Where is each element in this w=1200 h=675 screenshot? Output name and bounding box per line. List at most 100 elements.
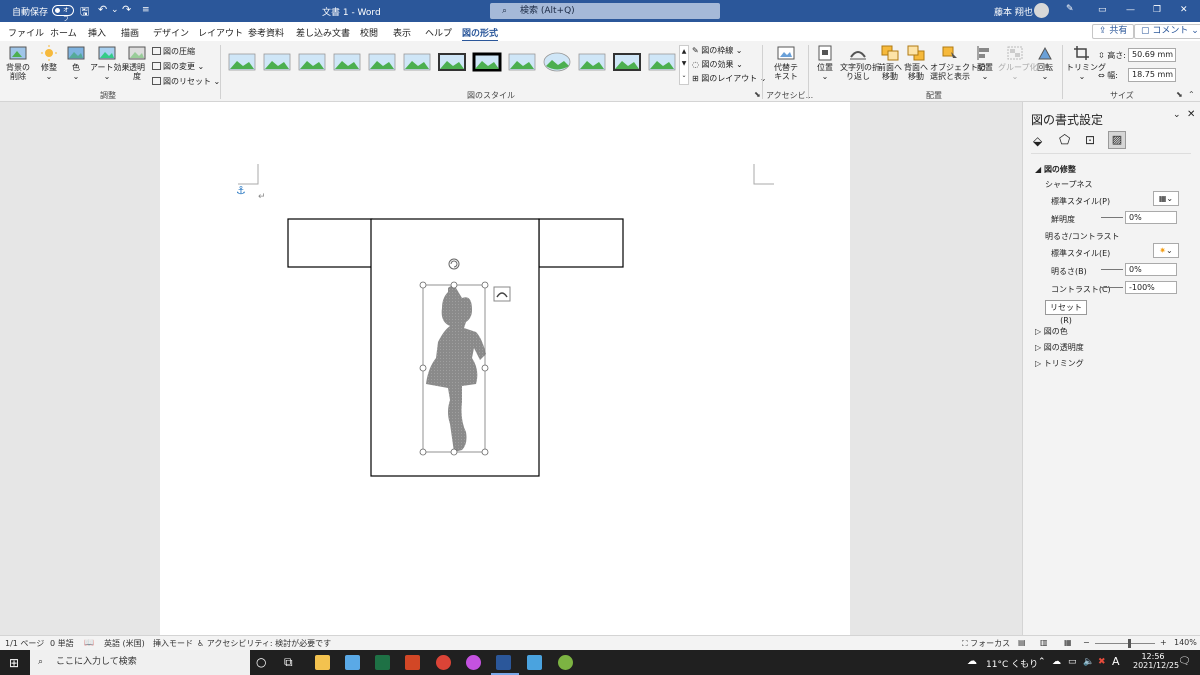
brightness-field[interactable]: 0% (1125, 263, 1177, 276)
zoom-out-icon[interactable]: − (1083, 638, 1090, 647)
position-button[interactable]: 位置 ⌄ (812, 45, 838, 81)
tab-file[interactable]: ファイル (8, 26, 44, 39)
sharpness-preset-dropdown[interactable]: ▦⌄ (1153, 191, 1179, 206)
antivirus-icon[interactable]: ✖ (1098, 657, 1106, 667)
insert-mode[interactable]: 挿入モード (153, 638, 193, 649)
shirt-left-sleeve[interactable] (287, 218, 373, 268)
picture-style-thumbnail[interactable] (612, 51, 642, 73)
redo-icon[interactable]: ↷ (122, 3, 131, 16)
customize-qat-icon[interactable]: ≡ (142, 5, 150, 15)
word-count[interactable]: 0 単語 (50, 638, 74, 649)
send-backward-button[interactable]: 背面へ 移動 (904, 45, 928, 81)
proofing-icon[interactable]: 📖 (84, 638, 94, 647)
excel-icon[interactable] (375, 655, 390, 670)
powerpoint-icon[interactable] (405, 655, 420, 670)
user-name[interactable]: 藤本 翔也 (994, 5, 1033, 18)
reset-button[interactable]: リセット(R) (1045, 300, 1087, 325)
tab-draw[interactable]: 描画 (121, 26, 139, 39)
picture-style-thumbnail[interactable] (227, 51, 257, 73)
picture-effects-button[interactable]: ◌ 図の効果 ⌄ (692, 59, 743, 70)
search-box[interactable]: ⌕ 検索 (Alt+Q) (490, 3, 720, 19)
picture-style-thumbnail[interactable] (472, 51, 502, 73)
transparency-button[interactable]: 透明 度 (126, 45, 148, 81)
comment-button[interactable]: ▢ コメント ⌄ (1134, 24, 1200, 39)
height-field[interactable]: 50.69 mm (1128, 48, 1176, 62)
weather-text[interactable]: 11°C くもり (986, 657, 1038, 670)
section-picture-color[interactable]: ▷ 図の色 (1035, 326, 1068, 337)
alt-text-button[interactable]: 代替テ キスト (770, 45, 802, 81)
reset-picture-button[interactable]: 図のリセット ⌄ (152, 76, 220, 87)
chrome-icon[interactable] (436, 655, 451, 670)
fill-line-icon[interactable]: ⬙ (1033, 134, 1042, 148)
remove-background-button[interactable]: 背景の 削除 (4, 45, 32, 81)
zoom-level[interactable]: 140% (1174, 638, 1197, 647)
onedrive-icon[interactable]: ☁ (1052, 657, 1061, 667)
picture-style-thumbnail[interactable] (437, 51, 467, 73)
zoom-in-icon[interactable]: + (1160, 638, 1167, 647)
paint-app-icon[interactable] (558, 655, 573, 670)
bring-forward-button[interactable]: 前面へ 移動 (878, 45, 902, 81)
crop-button[interactable]: トリミング ⌄ (1066, 45, 1106, 81)
picture-style-thumbnail[interactable] (647, 51, 677, 73)
picture-style-thumbnail[interactable] (332, 51, 362, 73)
photos-icon[interactable] (527, 655, 542, 670)
picture-style-thumbnail[interactable] (507, 51, 537, 73)
sharpen-slider[interactable] (1101, 217, 1123, 218)
tab-design[interactable]: デザイン (153, 26, 189, 39)
anchor-icon[interactable]: ⚓ (236, 184, 246, 197)
tab-insert[interactable]: 挿入 (88, 26, 106, 39)
tab-help[interactable]: ヘルプ (425, 26, 452, 39)
picture-style-thumbnail[interactable] (262, 51, 292, 73)
word-icon[interactable] (496, 655, 511, 670)
web-layout-icon[interactable]: ▦ (1064, 638, 1072, 647)
collapse-ribbon-icon[interactable]: ⌃ (1188, 90, 1195, 99)
document-page[interactable]: ⚓ ↵ (160, 102, 850, 635)
section-picture-transparency[interactable]: ▷ 図の透明度 (1035, 342, 1084, 353)
notification-icon[interactable]: 🗨 (1178, 656, 1191, 667)
shirt-right-sleeve[interactable] (538, 218, 624, 268)
undo-dropdown-icon[interactable]: ⌄ (111, 5, 119, 15)
group-button[interactable]: グループ化 ⌄ (998, 45, 1038, 81)
picture-style-thumbnail[interactable] (367, 51, 397, 73)
share-button[interactable]: ⇪ 共有 (1092, 24, 1135, 39)
brightness-preset-dropdown[interactable]: ✷⌄ (1153, 243, 1179, 258)
avatar[interactable] (1034, 3, 1049, 18)
undo-icon[interactable]: ↶ (98, 3, 107, 16)
file-explorer-icon[interactable] (315, 655, 330, 670)
minimize-icon[interactable]: — (1126, 5, 1135, 15)
autosave-toggle[interactable]: オフ (52, 5, 74, 23)
windows-start-icon[interactable]: ⊞ (9, 656, 19, 670)
clock[interactable]: 12:56 2021/12/25 (1133, 652, 1179, 670)
page-count[interactable]: 1/1 ページ (5, 638, 44, 649)
zoom-slider[interactable] (1095, 643, 1155, 644)
tab-references[interactable]: 参考資料 (248, 26, 284, 39)
music-app-icon[interactable] (466, 655, 481, 670)
picture-icon[interactable]: ▨ (1108, 131, 1126, 149)
size-properties-icon[interactable]: ⊡ (1085, 133, 1095, 147)
tab-mailings[interactable]: 差し込み文書 (296, 26, 350, 39)
ime-indicator[interactable]: A (1112, 655, 1120, 668)
picture-style-thumbnail[interactable] (297, 51, 327, 73)
task-view-icon[interactable]: ⧉ (284, 655, 293, 670)
network-icon[interactable]: ▭ (1068, 657, 1077, 667)
align-button[interactable]: 配置 ⌄ (974, 45, 996, 81)
color-button[interactable]: 色 ⌄ (64, 45, 88, 81)
restore-icon[interactable]: ❐ (1153, 5, 1161, 15)
rotate-handle-icon[interactable] (448, 258, 460, 270)
accessibility-status[interactable]: ♿ アクセシビリティ: 検討が必要です (197, 638, 331, 649)
tab-view[interactable]: 表示 (393, 26, 411, 39)
picture-border-button[interactable]: ✎ 図の枠線 ⌄ (692, 45, 743, 56)
read-mode-icon[interactable]: ▤ (1018, 638, 1026, 647)
zoom-slider-thumb[interactable] (1128, 639, 1131, 648)
tab-picture-format[interactable]: 図の形式 (462, 26, 499, 42)
effects-pentagon-icon[interactable]: ⬠ (1059, 133, 1070, 148)
tab-layout[interactable]: レイアウト (198, 26, 243, 39)
section-picture-corrections[interactable]: ◢ 図の修整 (1035, 164, 1076, 175)
print-layout-icon[interactable]: ▥ (1040, 638, 1048, 647)
dialog-launcher-icon[interactable]: ⬊ (754, 90, 761, 99)
selection-pane-button[interactable]: オブジェクトの 選択と表示 (930, 45, 986, 81)
picture-style-thumbnail[interactable] (542, 51, 572, 73)
artistic-effects-button[interactable]: アート効果 ⌄ (90, 45, 130, 81)
volume-icon[interactable]: 🔈 (1083, 657, 1094, 667)
tab-home[interactable]: ホーム (50, 26, 77, 39)
